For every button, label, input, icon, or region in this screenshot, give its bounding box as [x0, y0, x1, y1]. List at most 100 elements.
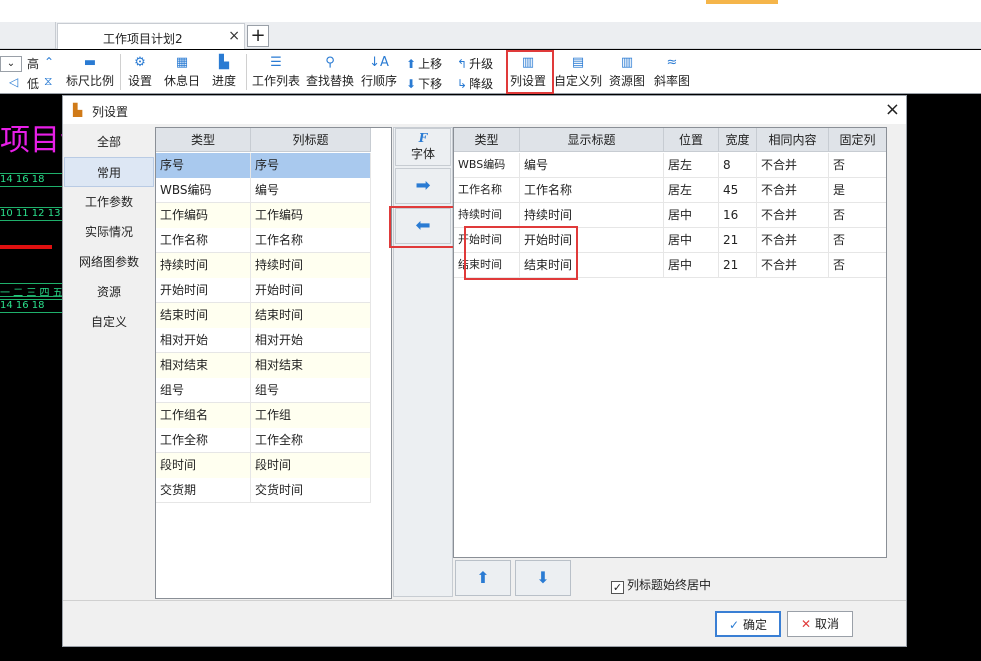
hourglass-icon[interactable]: ⧖	[44, 74, 52, 89]
cell-type: 工作组名	[156, 403, 251, 428]
cell-title: 相对开始	[251, 328, 371, 353]
add-column-button[interactable]: ➡	[395, 168, 451, 204]
chevron-left-icon[interactable]: ◁	[9, 75, 18, 89]
move-down-button[interactable]: ⬇ 下移	[406, 75, 442, 92]
table-row[interactable]: 工作组名 工作组	[156, 403, 371, 428]
resource-chart-button[interactable]: ▥ 资源图	[607, 54, 647, 94]
cell-fixed: 是	[829, 178, 886, 203]
table-row[interactable]: 相对结束 相对结束	[156, 353, 371, 378]
upgrade-button[interactable]: ↰ 升级	[457, 55, 493, 72]
cell-type: 持续时间	[454, 203, 520, 228]
time-rows-highlight	[464, 226, 578, 280]
cell-type: 工作全称	[156, 428, 251, 453]
scale-ratio-button[interactable]: ▬ 标尺比例	[64, 54, 116, 94]
tab-document[interactable]: 工作项目计划2 ×	[57, 23, 245, 49]
cell-type: 组号	[156, 378, 251, 403]
find-replace-button[interactable]: ⚲ 查找替换	[304, 54, 356, 94]
close-tab-icon[interactable]: ×	[228, 28, 240, 44]
center-title-checkbox[interactable]: ✓	[611, 581, 624, 594]
cell-title: 工作编码	[251, 203, 371, 228]
zoom-high-button[interactable]: 高	[27, 55, 39, 72]
ruler-icon: ▬	[83, 55, 97, 70]
gantt-bar[interactable]	[0, 245, 52, 249]
cell-title: 组号	[251, 378, 371, 403]
available-columns-table[interactable]: 类型 列标题 序号 序号 WBS编码 编号 工作编码 工作编码 工作名称 工作名称 持续时间 持续…	[155, 127, 392, 599]
cell-title: 工作组	[251, 403, 371, 428]
cell-type: 交货期	[156, 478, 251, 503]
settings-button[interactable]: ⚙ 设置	[124, 54, 156, 94]
move-up-icon: ⬆	[406, 57, 417, 71]
selected-columns-table[interactable]: 类型 显示标题 位置 宽度 相同内容 固定列 WBS编码 编号 居左 8 不合并否工作名…	[453, 127, 887, 558]
transfer-buttons-panel: F 字体 ➡ ⬅	[393, 127, 453, 597]
ok-button[interactable]: ✓ 确定	[715, 611, 781, 637]
table-row[interactable]: 持续时间 持续时间 居中 16 不合并否	[454, 203, 886, 228]
table-row[interactable]: 持续时间 持续时间	[156, 253, 371, 278]
column-header-type[interactable]: 类型	[454, 128, 520, 152]
column-header-type[interactable]: 类型	[156, 128, 251, 152]
move-column-down-button[interactable]: ⬇	[515, 560, 571, 596]
add-tab-button[interactable]: +	[247, 25, 269, 47]
gantt-canvas[interactable]: 项目计 14 16 18 10 11 12 13 14 一 二 三 四 五 14…	[0, 95, 90, 661]
table-row[interactable]: 组号 组号	[156, 378, 371, 403]
holiday-button[interactable]: ▦ 休息日	[160, 54, 204, 94]
font-button[interactable]: F 字体	[395, 128, 451, 166]
row-order-button[interactable]: ↓A 行顺序	[358, 54, 400, 94]
calendar-icon: ▦	[175, 55, 189, 70]
nav-item-actual[interactable]: 实际情况	[64, 217, 154, 247]
downgrade-icon: ↳	[457, 77, 468, 91]
table-row[interactable]: 序号 序号	[156, 153, 371, 178]
table-row[interactable]: 工作全称 工作全称	[156, 428, 371, 453]
dialog-title-bar: ▙ 列设置 ×	[63, 96, 906, 124]
move-column-up-button[interactable]: ⬆	[455, 560, 511, 596]
table-row[interactable]: 工作名称 工作名称 居左 45 不合并是	[454, 178, 886, 203]
slope-chart-button[interactable]: ≈ 斜率图	[652, 54, 692, 94]
time-scale-row: 一 二 三 四 五	[0, 283, 62, 297]
column-header-merge[interactable]: 相同内容	[757, 128, 829, 152]
table-row[interactable]: 结束时间 结束时间	[156, 303, 371, 328]
cell-merge: 不合并	[757, 203, 829, 228]
nav-item-all[interactable]: 全部	[64, 127, 154, 157]
row-order-label: 行顺序	[360, 74, 397, 88]
column-header-position[interactable]: 位置	[664, 128, 719, 152]
zoom-dropdown[interactable]: ⌄	[0, 56, 22, 72]
dialog-button-bar: ✓ 确定 ✕ 取消	[63, 600, 906, 646]
column-header-width[interactable]: 宽度	[719, 128, 757, 152]
nav-item-work-params[interactable]: 工作参数	[64, 187, 154, 217]
table-row[interactable]: WBS编码 编号	[156, 178, 371, 203]
nav-item-custom[interactable]: 自定义	[64, 307, 154, 337]
move-up-button[interactable]: ⬆ 上移	[406, 55, 442, 72]
column-settings-dialog: ▙ 列设置 × 全部 常用 工作参数 实际情况 网络图参数 资源 自定义 类型 …	[62, 95, 907, 647]
table-row[interactable]: 开始时间 开始时间	[156, 278, 371, 303]
document-tab-bar: 工作项目计划2 × +	[0, 22, 981, 49]
progress-button[interactable]: ▙ 进度	[208, 54, 240, 94]
sort-az-icon: ↓A	[369, 55, 389, 70]
custom-column-button[interactable]: ▤ 自定义列	[553, 54, 603, 94]
zoom-low-button[interactable]: 低	[27, 75, 39, 92]
nav-item-network-params[interactable]: 网络图参数	[64, 247, 154, 277]
work-list-button[interactable]: ☰ 工作列表	[250, 54, 302, 94]
zoom-in-icon[interactable]: ⌃	[44, 55, 54, 69]
cell-width: 45	[719, 178, 757, 203]
table-row[interactable]: 交货期 交货时间	[156, 478, 371, 503]
close-icon[interactable]: ×	[885, 99, 900, 120]
cancel-button[interactable]: ✕ 取消	[787, 611, 853, 637]
nav-item-resources[interactable]: 资源	[64, 277, 154, 307]
nav-item-common[interactable]: 常用	[64, 157, 154, 187]
column-header-display-title[interactable]: 显示标题	[520, 128, 664, 152]
downgrade-button[interactable]: ↳ 降级	[457, 75, 493, 92]
title-strip	[0, 0, 981, 22]
table-row[interactable]: 相对开始 相对开始	[156, 328, 371, 353]
cell-title: 工作名称	[251, 228, 371, 253]
column-header-title[interactable]: 列标题	[251, 128, 371, 152]
table-row[interactable]: 工作名称 工作名称	[156, 228, 371, 253]
cell-title: 结束时间	[251, 303, 371, 328]
table-row[interactable]: WBS编码 编号 居左 8 不合并否	[454, 153, 886, 178]
table-row[interactable]: 工作编码 工作编码	[156, 203, 371, 228]
find-replace-label: 查找替换	[305, 74, 354, 88]
column-header-fixed[interactable]: 固定列	[829, 128, 886, 152]
table-row[interactable]: 段时间 段时间	[156, 453, 371, 478]
center-title-option[interactable]: ✓ 列标题始终居中	[611, 576, 711, 594]
zoom-low-label: 低	[27, 77, 40, 91]
previous-tab-stub[interactable]	[0, 22, 56, 49]
scale-ratio-label: 标尺比例	[65, 74, 114, 88]
